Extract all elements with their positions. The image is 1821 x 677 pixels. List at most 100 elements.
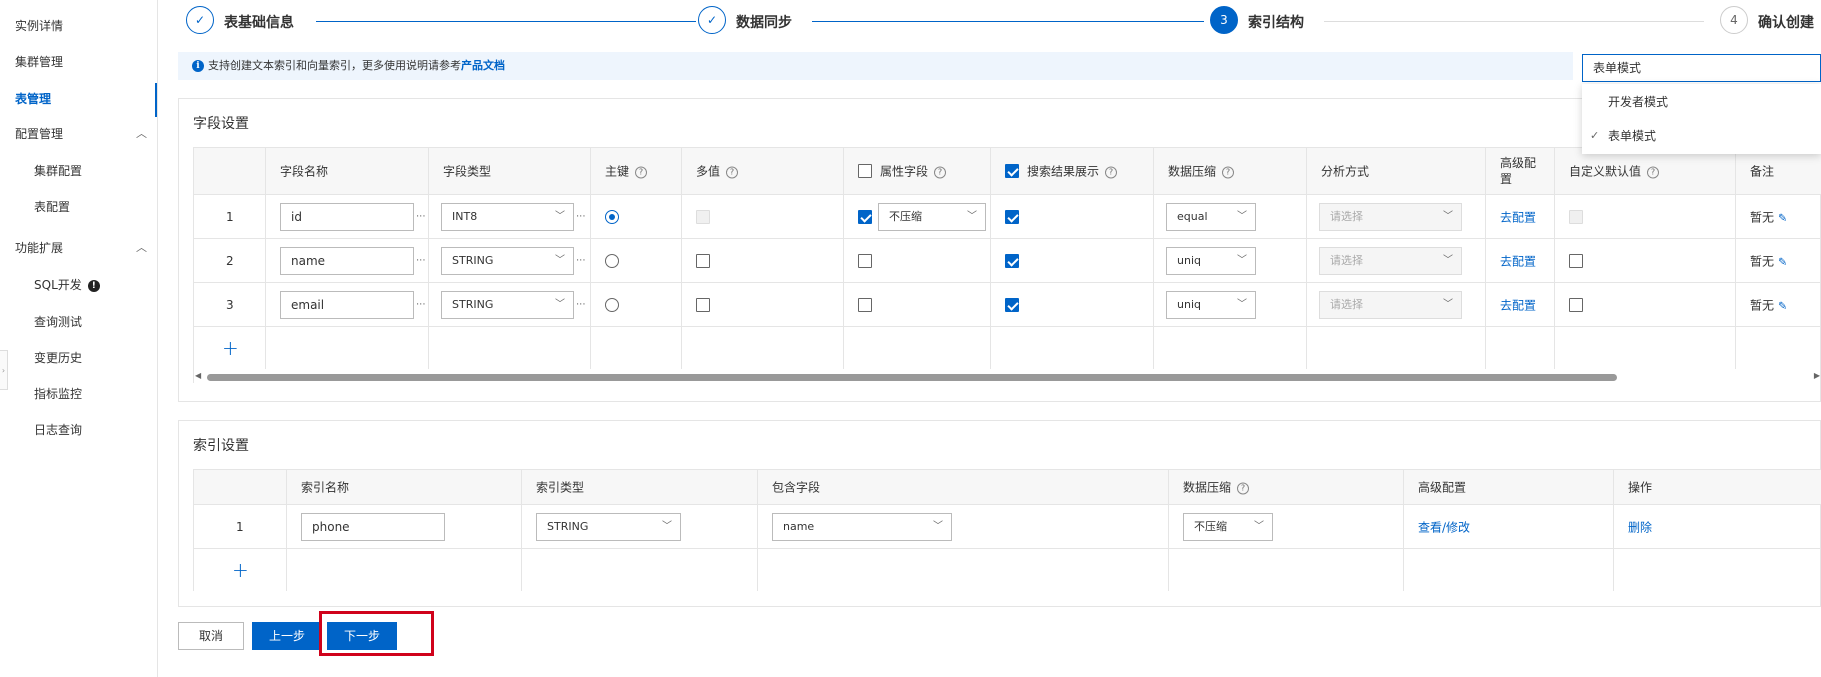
sidebar-item-cluster-config[interactable]: 集群配置 (34, 161, 82, 181)
default-value-checkbox[interactable] (1569, 209, 1583, 224)
search-display-checkbox[interactable] (1005, 253, 1019, 268)
more-icon[interactable]: ··· (576, 255, 586, 266)
field-name-input[interactable]: id (280, 202, 414, 231)
default-value-checkbox[interactable] (1569, 297, 1583, 312)
index-type-select[interactable]: STRING ﹀ (536, 512, 681, 541)
header-label: 数据压缩 (1183, 480, 1232, 495)
primary-key-radio[interactable] (605, 209, 619, 224)
edit-icon[interactable]: ✎ (1778, 255, 1787, 268)
attr-select-all-checkbox[interactable] (858, 164, 872, 178)
field-type-select[interactable]: STRING ﹀ (441, 246, 574, 275)
sidebar-collapse-handle[interactable]: › (0, 350, 8, 390)
help-icon[interactable]: ? (635, 166, 648, 178)
index-compress-select[interactable]: 不压缩 ﹀ (1183, 512, 1273, 541)
chevron-down-icon: ﹀ (1237, 298, 1247, 310)
compress-select[interactable]: uniq ﹀ (1166, 290, 1256, 319)
analyzer-select[interactable]: 请选择 ﹀ (1319, 202, 1462, 231)
mode-select[interactable]: 表单模式 (1582, 54, 1821, 82)
help-icon[interactable]: ? (726, 166, 739, 178)
row-index-cell: 1 (194, 195, 266, 238)
header-label: 索引类型 (536, 480, 585, 495)
header-label: 操作 (1628, 480, 1653, 495)
highlight-annotation-box (319, 611, 434, 656)
attr-field-checkbox[interactable] (858, 297, 872, 312)
check-icon: ✓ (698, 6, 726, 34)
delete-link[interactable]: 删除 (1628, 518, 1652, 535)
chevron-down-icon: ﹀ (555, 210, 565, 222)
more-icon[interactable]: ··· (416, 211, 426, 222)
mode-option-form[interactable]: ✓ 表单模式 (1582, 121, 1821, 151)
index-name-input[interactable]: phone (301, 512, 445, 541)
more-icon[interactable]: ··· (416, 255, 426, 266)
pk-cell (591, 283, 682, 326)
add-field-icon[interactable]: + (222, 336, 239, 360)
sidebar-item-query-test[interactable]: 查询测试 (34, 312, 82, 332)
more-icon[interactable]: ··· (576, 299, 586, 310)
header-label: 置 (1500, 172, 1513, 186)
mode-option-developer[interactable]: 开发者模式 (1582, 87, 1821, 117)
field-name-input[interactable]: name (280, 246, 414, 275)
scroll-left-icon[interactable]: ◀ (195, 371, 201, 380)
compress-cell: uniq ﹀ (1154, 283, 1307, 326)
cancel-button[interactable]: 取消 (178, 622, 244, 650)
sidebar-item-label: SQL开发 (34, 278, 82, 292)
empty-cell (1404, 549, 1614, 591)
more-icon[interactable]: ··· (416, 299, 426, 310)
attr-field-checkbox[interactable] (858, 253, 872, 268)
help-icon[interactable]: ? (1647, 166, 1660, 178)
help-icon[interactable]: ? (1222, 166, 1235, 178)
select-value: equal (1177, 209, 1208, 223)
field-name-input[interactable]: email (280, 290, 414, 319)
help-icon[interactable]: ? (1237, 482, 1250, 494)
attr-field-checkbox[interactable] (858, 209, 872, 224)
configure-link[interactable]: 去配置 (1500, 296, 1536, 313)
sidebar-item-logs[interactable]: 日志查询 (34, 420, 82, 440)
prev-step-button[interactable]: 上一步 (252, 622, 322, 650)
index-fields-select[interactable]: name ﹀ (772, 512, 952, 541)
attr-compress-select[interactable]: 不压缩 ﹀ (878, 202, 986, 231)
sidebar-item-metrics[interactable]: 指标监控 (34, 384, 82, 404)
sidebar-item-change-history[interactable]: 变更历史 (34, 348, 82, 368)
index-name-cell: phone (287, 505, 522, 548)
primary-key-radio[interactable] (605, 253, 619, 268)
sidebar-item-table-management[interactable]: 表管理 (15, 89, 51, 109)
search-select-all-checkbox[interactable] (1005, 164, 1019, 178)
sidebar-item-cluster-management[interactable]: 集群管理 (15, 52, 63, 72)
sidebar-group-extensions[interactable]: 功能扩展 ︿ (15, 238, 147, 258)
configure-link[interactable]: 去配置 (1500, 252, 1536, 269)
default-value-checkbox[interactable] (1569, 253, 1583, 268)
sidebar-item-instance-detail[interactable]: 实例详情 (15, 16, 63, 36)
help-icon[interactable]: ? (1105, 166, 1118, 178)
compress-select[interactable]: uniq ﹀ (1166, 246, 1256, 275)
info-icon: i (192, 60, 204, 72)
help-icon[interactable]: ? (934, 166, 947, 178)
search-display-checkbox[interactable] (1005, 209, 1019, 224)
configure-link[interactable]: 去配置 (1500, 208, 1536, 225)
scroll-thumb[interactable] (207, 374, 1617, 381)
multi-value-checkbox[interactable] (696, 253, 710, 268)
step-label-index-structure: 索引结构 (1248, 15, 1304, 31)
select-value: INT8 (452, 209, 478, 223)
more-icon[interactable]: ··· (576, 211, 586, 222)
edit-icon[interactable]: ✎ (1778, 299, 1787, 312)
analyzer-select[interactable]: 请选择 ﹀ (1319, 246, 1462, 275)
field-type-select[interactable]: STRING ﹀ (441, 290, 574, 319)
scroll-right-icon[interactable]: ▶ (1814, 371, 1820, 380)
horizontal-scrollbar[interactable]: ◀ ▶ (193, 371, 1821, 383)
search-display-checkbox[interactable] (1005, 297, 1019, 312)
view-edit-link[interactable]: 查看/修改 (1418, 518, 1470, 535)
chevron-down-icon: ﹀ (1443, 210, 1453, 222)
multi-value-checkbox[interactable] (696, 297, 710, 312)
multi-value-checkbox[interactable] (696, 209, 710, 224)
edit-icon[interactable]: ✎ (1778, 211, 1787, 224)
analyzer-select[interactable]: 请选择 ﹀ (1319, 290, 1462, 319)
primary-key-radio[interactable] (605, 297, 619, 312)
default-cell (1555, 283, 1736, 326)
sidebar-group-config[interactable]: 配置管理 ︿ (15, 124, 147, 144)
product-doc-link[interactable]: 产品文档 (461, 59, 505, 72)
field-type-select[interactable]: INT8 ﹀ (441, 202, 574, 231)
add-index-icon[interactable]: + (232, 558, 249, 582)
sidebar-item-table-config[interactable]: 表配置 (34, 197, 70, 217)
compress-select[interactable]: equal ﹀ (1166, 202, 1256, 231)
sidebar-item-sql-dev[interactable]: SQL开发! (34, 275, 100, 295)
